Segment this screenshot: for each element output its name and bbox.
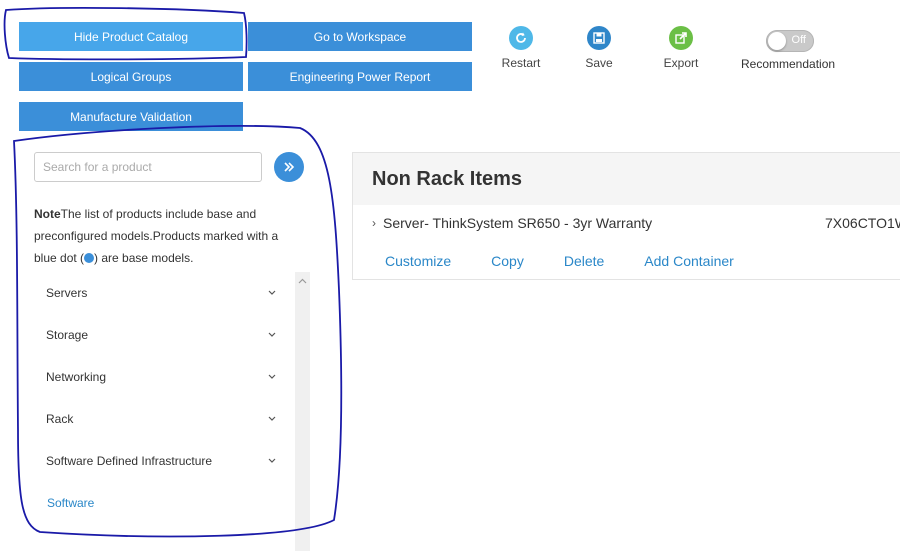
category-label: Storage bbox=[46, 328, 89, 342]
category-rack[interactable]: Rack bbox=[34, 398, 294, 440]
note-text-2: ) are base models. bbox=[94, 251, 194, 265]
category-label: Software Defined Infrastructure bbox=[46, 454, 213, 468]
search-submit-button[interactable] bbox=[274, 152, 304, 182]
non-rack-items-title: Non Rack Items bbox=[353, 153, 900, 205]
non-rack-item-row[interactable]: › Server- ThinkSystem SR650 - 3yr Warran… bbox=[372, 215, 652, 231]
chevron-down-icon bbox=[268, 374, 276, 379]
category-label: Software bbox=[47, 496, 95, 510]
delete-link[interactable]: Delete bbox=[564, 253, 604, 269]
restart-label: Restart bbox=[501, 56, 541, 70]
non-rack-items-panel: Non Rack Items › Server- ThinkSystem SR6… bbox=[352, 152, 900, 280]
chevron-down-icon bbox=[268, 416, 276, 421]
save-tool[interactable]: Save bbox=[564, 26, 634, 70]
blue-dot-icon bbox=[84, 253, 95, 263]
category-software-link[interactable]: Software bbox=[34, 482, 294, 524]
chevron-down-icon bbox=[268, 458, 276, 463]
category-storage[interactable]: Storage bbox=[34, 314, 294, 356]
add-container-link[interactable]: Add Container bbox=[644, 253, 734, 269]
category-label: Networking bbox=[46, 370, 107, 384]
recommendation-label: Recommendation bbox=[741, 57, 836, 71]
toggle-state: Off bbox=[791, 34, 806, 46]
copy-link[interactable]: Copy bbox=[491, 253, 524, 269]
floppy-icon bbox=[587, 26, 611, 50]
catalog-note: NoteThe list of products include base an… bbox=[34, 203, 296, 269]
note-label: Note bbox=[34, 207, 61, 221]
engineering-power-report-button[interactable]: Engineering Power Report bbox=[248, 62, 472, 91]
item-part-number: 7X06CTO1W bbox=[825, 215, 900, 231]
chevron-right-icon[interactable]: › bbox=[372, 216, 376, 230]
category-software-defined-infrastructure[interactable]: Software Defined Infrastructure bbox=[34, 440, 294, 482]
toggle-knob bbox=[768, 32, 786, 50]
logical-groups-button[interactable]: Logical Groups bbox=[19, 62, 243, 91]
restart-tool[interactable]: Restart bbox=[486, 26, 556, 70]
item-actions: Customize Copy Delete Add Container bbox=[385, 253, 734, 269]
customize-link[interactable]: Customize bbox=[385, 253, 451, 269]
export-tool[interactable]: Export bbox=[646, 26, 716, 70]
chevron-down-icon bbox=[268, 332, 276, 337]
category-networking[interactable]: Networking bbox=[34, 356, 294, 398]
category-label: Servers bbox=[46, 286, 88, 300]
refresh-icon bbox=[509, 26, 533, 50]
item-name: Server- ThinkSystem SR650 - 3yr Warranty bbox=[383, 215, 653, 231]
go-to-workspace-button[interactable]: Go to Workspace bbox=[248, 22, 472, 51]
manufacture-validation-button[interactable]: Manufacture Validation bbox=[19, 102, 243, 131]
save-label: Save bbox=[585, 56, 613, 70]
category-servers[interactable]: Servers bbox=[34, 272, 294, 314]
hide-product-catalog-button[interactable]: Hide Product Catalog bbox=[19, 22, 243, 51]
chevron-down-icon bbox=[268, 290, 276, 295]
scroll-up-arrow-icon[interactable] bbox=[298, 278, 307, 284]
export-label: Export bbox=[663, 56, 699, 70]
recommendation-toggle[interactable]: Off bbox=[766, 30, 814, 52]
category-label: Rack bbox=[46, 412, 74, 426]
catalog-scrollbar[interactable] bbox=[295, 272, 310, 551]
category-list: Servers Storage Networking Rack Software… bbox=[34, 272, 294, 524]
product-search-input[interactable] bbox=[34, 152, 262, 182]
export-icon bbox=[669, 26, 693, 50]
double-chevron-right-icon bbox=[284, 162, 295, 172]
